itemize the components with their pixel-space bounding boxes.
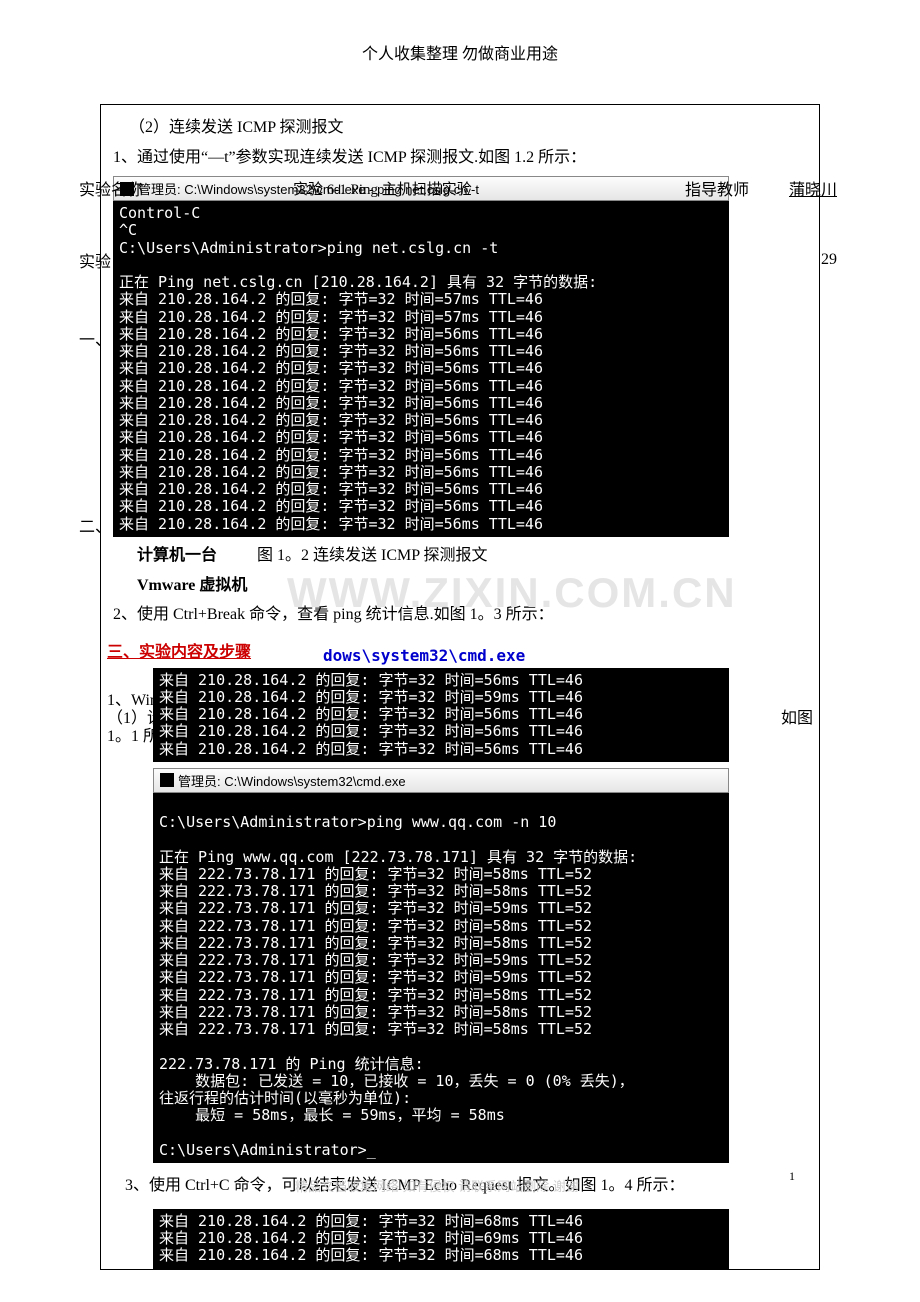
sec2-line3-text: 3、使用 Ctrl+C 命令，可以结束发送 ICMP Echo Request …: [125, 1177, 685, 1194]
terminal-1: Control-C ^C C:\Users\Administrator>ping…: [113, 201, 729, 537]
document-body: （2）连续发送 ICMP 探测报文 1、通过使用“—t”参数实现连续发送 ICM…: [100, 104, 820, 1270]
sec2-line1: 1、通过使用“—t”参数实现连续发送 ICMP 探测报文.如图 1.2 所示：: [113, 145, 807, 171]
sec2-line3: 3、使用 Ctrl+C 命令，可以结束发送 ICMP Echo Request …: [125, 1173, 685, 1199]
heading-3-text: 三、实验内容及步骤: [107, 644, 251, 661]
overlay-29: 29: [821, 251, 837, 269]
page-number: 1: [789, 1169, 795, 1203]
heading3-overlay: dows\system32\cmd.exe: [323, 646, 525, 665]
cmd-icon-2: [160, 773, 174, 787]
overlay-shiyan: 实验: [79, 248, 111, 272]
heading3-wrap: 三、实验内容及步骤 dows\system32\cmd.exe: [113, 638, 807, 662]
terminal-1-wrap: 实验名称 指导教师 蒲晓川 实验 29 一、 二、 管理员: C:\Wind: [113, 176, 807, 537]
terminal-2-titlebar: 管理员: C:\Windows\system32\cmd.exe: [153, 768, 729, 793]
cmd-icon: [120, 182, 134, 196]
terminal-2: C:\Users\Administrator>ping www.qq.com -…: [153, 793, 729, 1163]
doc-header: 个人收集整理 勿做商业用途: [0, 40, 920, 64]
terminal-2a-wrap: 1、Win （1）设 如图 1。1 所 来自 210.28.164.2 的回复:…: [113, 668, 807, 762]
overlay-mid: 实验 6-1 Ping 主机扫描实验: [293, 178, 472, 199]
terminal-2-wrap: 管理员: C:\Windows\system32\cmd.exe C:\User…: [113, 768, 807, 1163]
sec2-line2: 2、使用 Ctrl+Break 命令，查看 ping 统计信息.如图 1。3 所…: [113, 602, 807, 628]
one1-line: 1。1 所: [107, 722, 159, 746]
vmware-line: Vmware 虚拟机 WWW.ZIXIN.COM.CN: [137, 573, 807, 599]
terminal-3: 来自 210.28.164.2 的回复: 字节=32 时间=68ms TTL=4…: [153, 1209, 729, 1269]
overlay-er: 二、: [79, 513, 111, 537]
vmware-text: Vmware 虚拟机: [137, 577, 247, 594]
overlay-teacher-name: 蒲晓川: [789, 176, 837, 200]
fig12-caption: 图 1。2 连续发送 ICMP 探测报文: [257, 543, 488, 569]
sec2-line3-row: 3、使用 Ctrl+C 命令，可以结束发送 ICMP Echo Request …: [113, 1169, 807, 1203]
ruotu-right: 如图: [781, 704, 813, 728]
fig12-row: 计算机一台 图 1。2 连续发送 ICMP 探测报文: [113, 543, 807, 569]
sec2-title: （2）连续发送 ICMP 探测报文: [113, 115, 807, 141]
computer-one: 计算机一台: [137, 543, 217, 569]
overlay-yi: 一、: [79, 326, 111, 350]
terminal-2-title-text: 管理员: C:\Windows\system32\cmd.exe: [178, 771, 406, 790]
terminal-2a: 来自 210.28.164.2 的回复: 字节=32 时间=56ms TTL=4…: [153, 668, 729, 762]
terminal-3-wrap: 来自 210.28.164.2 的回复: 字节=32 时间=68ms TTL=4…: [113, 1209, 807, 1269]
